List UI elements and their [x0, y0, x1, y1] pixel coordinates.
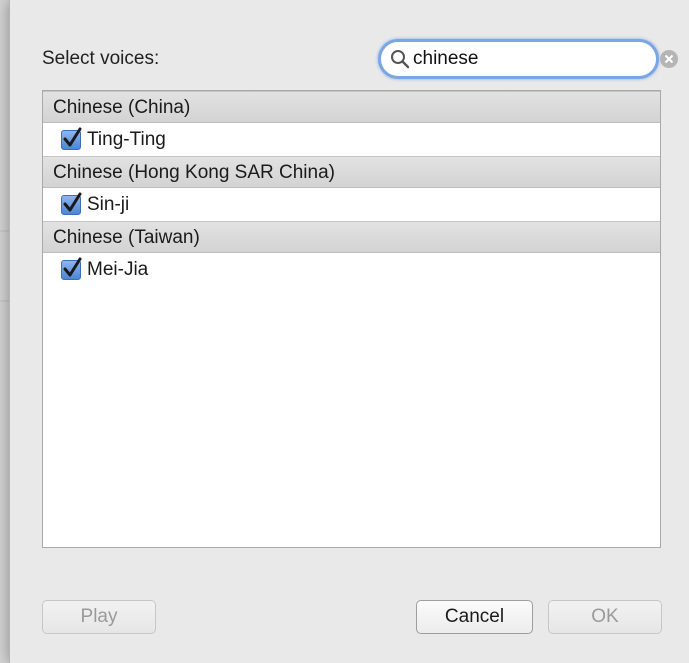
clear-search-icon[interactable]: [658, 48, 680, 70]
group-header-chinese-taiwan: Chinese (Taiwan): [43, 221, 660, 253]
voice-checkbox[interactable]: [61, 127, 82, 150]
select-voices-label: Select voices:: [42, 48, 160, 69]
cancel-button[interactable]: Cancel: [416, 600, 533, 634]
voice-name: Mei-Jia: [87, 258, 149, 280]
voice-row-sin-ji[interactable]: Sin-ji: [43, 188, 660, 221]
checkmark-icon: [63, 192, 82, 211]
group-header-chinese-china: Chinese (China): [43, 91, 660, 123]
checkmark-icon: [63, 127, 82, 146]
voice-row-mei-jia[interactable]: Mei-Jia: [43, 253, 660, 286]
search-field[interactable]: [378, 39, 678, 79]
voice-checkbox[interactable]: [61, 192, 82, 215]
play-button[interactable]: Play: [42, 600, 156, 634]
voice-checkbox[interactable]: [61, 257, 82, 280]
voice-list[interactable]: Chinese (China) Ting-Ting Chinese (Hong …: [42, 90, 661, 548]
voice-row-ting-ting[interactable]: Ting-Ting: [43, 123, 660, 156]
voice-name: Ting-Ting: [87, 128, 166, 150]
checkmark-icon: [63, 257, 82, 276]
ok-button[interactable]: OK: [548, 600, 662, 634]
select-voices-sheet: Select voices: Chinese (China): [9, 0, 689, 663]
search-icon: [389, 48, 411, 70]
group-header-chinese-hong-kong: Chinese (Hong Kong SAR China): [43, 156, 660, 188]
voice-name: Sin-ji: [87, 193, 130, 215]
search-input[interactable]: [413, 44, 658, 74]
